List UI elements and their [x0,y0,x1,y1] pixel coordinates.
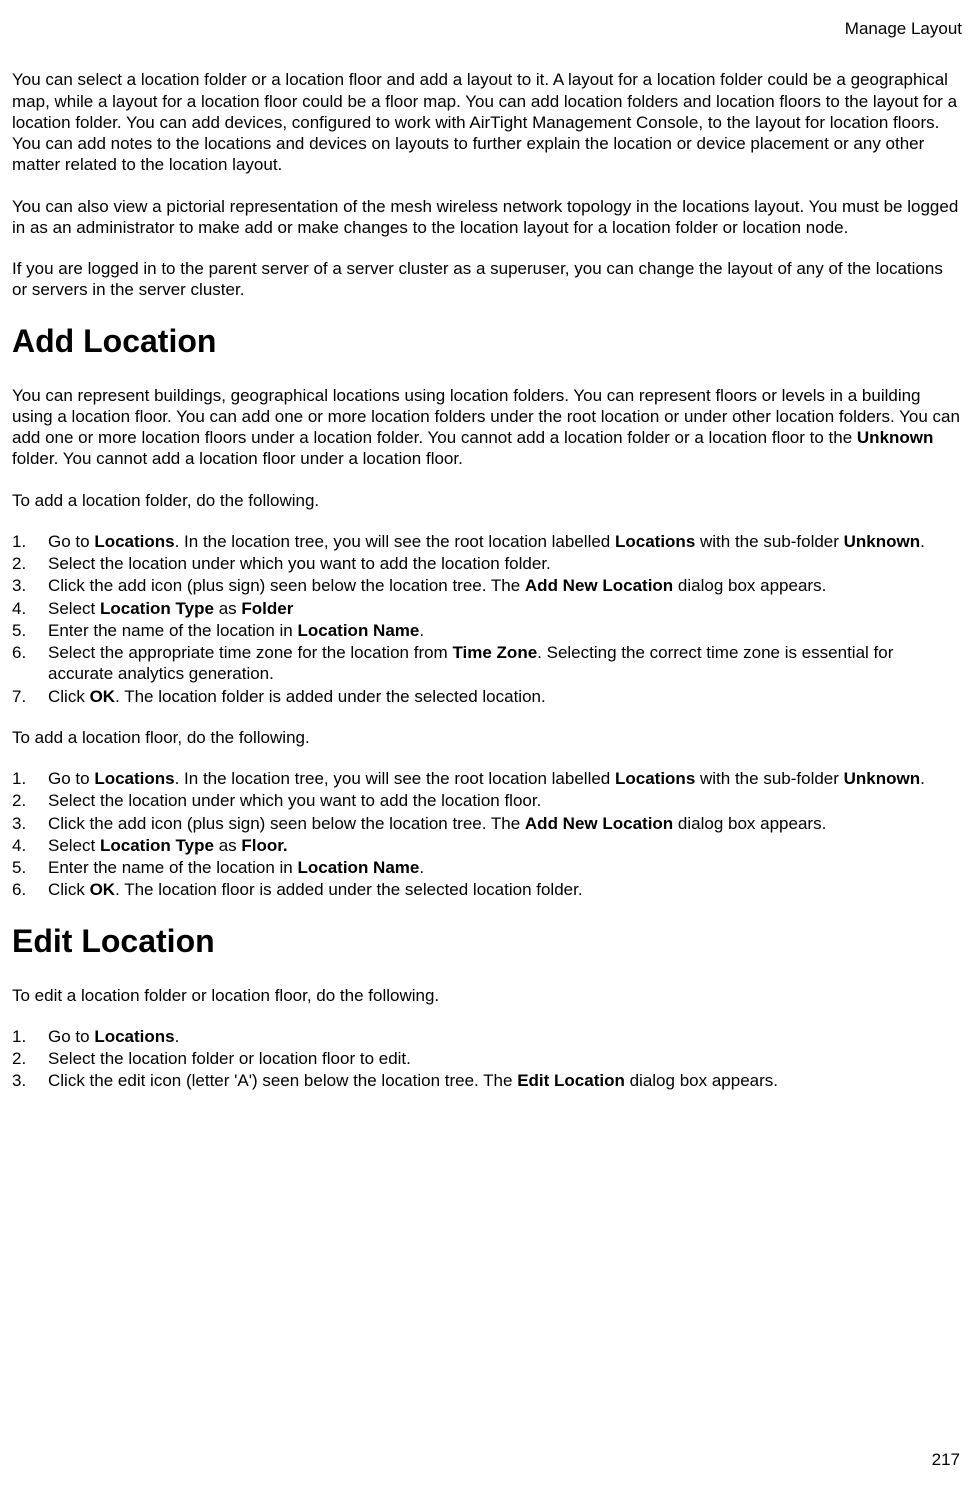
text: . In the location tree, you will see the… [175,769,615,788]
add-location-heading: Add Location [12,321,962,361]
add-floor-steps: Go to Locations. In the location tree, y… [12,768,962,901]
list-item: Select the appropriate time zone for the… [12,642,962,685]
text: Go to [48,1027,94,1046]
bold-ok: OK [90,687,116,706]
text: Click the add icon (plus sign) seen belo… [48,814,525,833]
text: Click the add icon (plus sign) seen belo… [48,576,525,595]
add-floor-lead: To add a location floor, do the followin… [12,727,962,748]
intro-paragraph-3: If you are logged in to the parent serve… [12,258,962,301]
bold-unknown: Unknown [857,428,934,447]
text: . The location folder is added under the… [115,687,546,706]
bold-location-name: Location Name [298,858,420,877]
header-section-title: Manage Layout [12,18,962,39]
add-location-intro: You can represent buildings, geographica… [12,385,962,470]
bold-ok: OK [90,880,116,899]
bold-location-name: Location Name [298,621,420,640]
bold-location-type: Location Type [100,836,214,855]
bold-floor: Floor. [241,836,287,855]
text: Select [48,599,100,618]
list-item: Select Location Type as Floor. [12,835,962,856]
edit-location-steps: Go to Locations. Select the location fol… [12,1026,962,1092]
bold-folder: Folder [241,599,293,618]
text: . [920,532,925,551]
text: Click [48,687,90,706]
text: . [920,769,925,788]
text: as [214,599,241,618]
text: Select the appropriate time zone for the… [48,643,452,662]
text: Click [48,880,90,899]
text: Enter the name of the location in [48,621,298,640]
bold-add-new-location: Add New Location [525,814,673,833]
text: . [419,858,424,877]
intro-paragraph-2: You can also view a pictorial representa… [12,196,962,239]
intro-paragraph-1: You can select a location folder or a lo… [12,69,962,175]
add-folder-steps: Go to Locations. In the location tree, y… [12,531,962,707]
text: dialog box appears. [673,814,826,833]
text: . [419,621,424,640]
bold-locations: Locations [615,769,695,788]
page-number: 217 [932,1449,960,1470]
text: dialog box appears. [625,1071,778,1090]
text: . The location floor is added under the … [115,880,583,899]
bold-locations: Locations [94,1027,174,1046]
text: Enter the name of the location in [48,858,298,877]
bold-locations: Locations [615,532,695,551]
list-item: Select Location Type as Folder [12,598,962,619]
list-item: Click the add icon (plus sign) seen belo… [12,575,962,596]
list-item: Go to Locations. In the location tree, y… [12,768,962,789]
bold-edit-location: Edit Location [517,1071,625,1090]
list-item: Click the add icon (plus sign) seen belo… [12,813,962,834]
text: with the sub-folder [695,769,843,788]
text: dialog box appears. [673,576,826,595]
list-item: Click OK. The location folder is added u… [12,686,962,707]
list-item: Go to Locations. [12,1026,962,1047]
text: as [214,836,241,855]
list-item: Click the edit icon (letter 'A') seen be… [12,1070,962,1091]
text: Click the edit icon (letter 'A') seen be… [48,1071,517,1090]
text: . [175,1027,180,1046]
list-item: Select the location folder or location f… [12,1048,962,1069]
edit-location-heading: Edit Location [12,921,962,961]
bold-location-type: Location Type [100,599,214,618]
text: You can represent buildings, geographica… [12,386,960,448]
list-item: Go to Locations. In the location tree, y… [12,531,962,552]
text: folder. You cannot add a location floor … [12,449,463,468]
text: . In the location tree, you will see the… [175,532,615,551]
bold-unknown: Unknown [844,769,921,788]
bold-locations: Locations [94,769,174,788]
text: Select [48,836,100,855]
list-item: Select the location under which you want… [12,790,962,811]
text: with the sub-folder [695,532,843,551]
list-item: Select the location under which you want… [12,553,962,574]
bold-unknown: Unknown [844,532,921,551]
list-item: Enter the name of the location in Locati… [12,857,962,878]
bold-time-zone: Time Zone [452,643,537,662]
text: Go to [48,532,94,551]
bold-locations: Locations [94,532,174,551]
text: Go to [48,769,94,788]
add-folder-lead: To add a location folder, do the followi… [12,490,962,511]
bold-add-new-location: Add New Location [525,576,673,595]
list-item: Click OK. The location floor is added un… [12,879,962,900]
list-item: Enter the name of the location in Locati… [12,620,962,641]
edit-location-lead: To edit a location folder or location fl… [12,985,962,1006]
